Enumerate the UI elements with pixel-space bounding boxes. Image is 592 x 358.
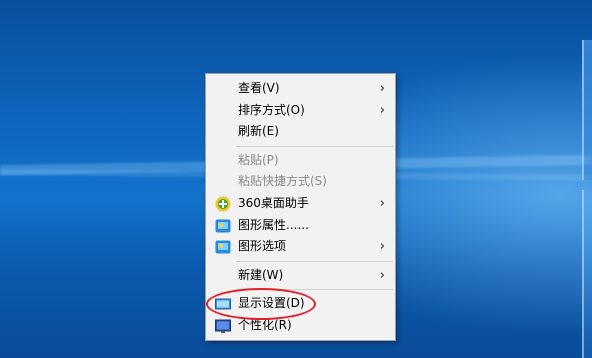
menu-item-label: 刷新(E)	[238, 124, 279, 139]
menu-item-view[interactable]: 查看(V) ›	[206, 78, 395, 100]
chevron-right-icon: ›	[379, 239, 385, 255]
chevron-right-icon: ›	[379, 195, 385, 211]
menu-item-label: 查看(V)	[238, 81, 280, 95]
desktop-context-menu: 查看(V) › 排序方式(O) › 刷新(E) 粘贴(P) 粘贴快捷方式(S) …	[205, 73, 396, 341]
menu-item-label: 粘贴(P)	[238, 152, 279, 167]
personalize-icon	[215, 318, 231, 334]
chevron-right-icon: ›	[379, 267, 385, 283]
menu-item-new[interactable]: 新建(W) ›	[206, 265, 395, 287]
menu-item-graphics-options[interactable]: 图形选项 ›	[206, 236, 395, 258]
menu-item-paste[interactable]: 粘贴(P)	[206, 150, 395, 172]
360-assistant-icon	[215, 196, 231, 212]
menu-item-label: 图形选项	[238, 239, 287, 254]
menu-item-graphics-properties[interactable]: 图形属性......	[206, 215, 395, 237]
menu-item-display-settings[interactable]: 显示设置(D)	[206, 293, 395, 315]
menu-item-paste-shortcut[interactable]: 粘贴快捷方式(S)	[206, 171, 395, 193]
menu-item-label: 个性化(R)	[238, 317, 292, 332]
menu-item-personalize[interactable]: 个性化(R)	[206, 315, 395, 337]
windows-logo-pane	[582, 190, 592, 358]
menu-separator	[236, 145, 393, 147]
graphics-options-icon	[215, 239, 231, 255]
menu-item-label: 排序方式(O)	[238, 102, 305, 117]
menu-item-label: 显示设置(D)	[238, 296, 305, 311]
menu-item-360-assistant[interactable]: 360桌面助手 ›	[206, 193, 395, 215]
menu-item-sort-by[interactable]: 排序方式(O) ›	[206, 100, 395, 122]
windows-logo-pane	[582, 40, 592, 180]
display-settings-icon	[215, 296, 231, 312]
menu-item-label: 新建(W)	[238, 267, 284, 282]
menu-separator	[236, 289, 393, 291]
menu-item-label: 图形属性......	[238, 217, 309, 232]
menu-item-label: 粘贴快捷方式(S)	[238, 174, 327, 189]
chevron-right-icon: ›	[379, 81, 385, 96]
chevron-right-icon: ›	[379, 102, 385, 118]
menu-separator	[236, 260, 393, 262]
menu-item-refresh[interactable]: 刷新(E)	[206, 121, 395, 143]
menu-item-label: 360桌面助手	[238, 195, 309, 210]
graphics-properties-icon	[215, 218, 231, 234]
